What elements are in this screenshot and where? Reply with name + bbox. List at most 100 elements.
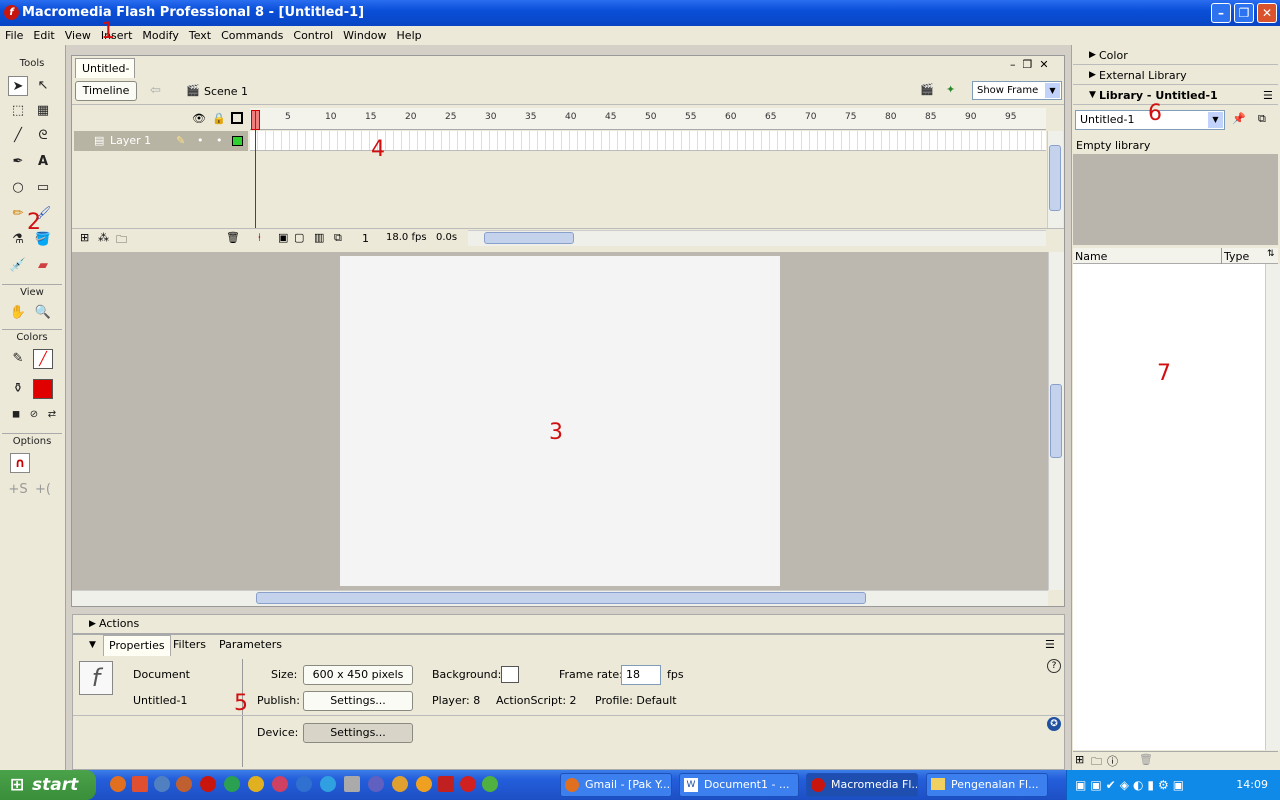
zoom-select[interactable]: Show Frame ▼ <box>972 81 1062 100</box>
accessibility-icon[interactable]: ✪ <box>1047 717 1061 731</box>
app-icon-4[interactable] <box>248 776 264 792</box>
external-library-header[interactable]: ▶ External Library <box>1073 66 1278 85</box>
oval-tool-icon[interactable]: ○ <box>8 178 28 198</box>
flash-icon[interactable] <box>200 776 216 792</box>
edit-symbol-icon[interactable]: ✦ <box>946 83 955 96</box>
stroke-color-swatch[interactable]: ╱ <box>33 349 53 369</box>
pencil-tool-icon[interactable]: ✏ <box>8 204 28 224</box>
frame-cells[interactable] <box>250 131 1046 151</box>
free-transform-icon[interactable]: ⬚ <box>8 101 28 121</box>
menu-view[interactable]: View <box>60 26 96 45</box>
app-icon-5[interactable] <box>272 776 288 792</box>
zoom-tool-icon[interactable]: 🔍 <box>33 303 53 323</box>
office-icon[interactable] <box>132 776 148 792</box>
restore-icon[interactable]: ❐ <box>1234 3 1254 23</box>
eraser-icon[interactable]: ▰ <box>33 256 53 276</box>
close-icon[interactable]: ✕ <box>1257 3 1277 23</box>
rectangle-tool-icon[interactable]: ▭ <box>33 178 53 198</box>
properties-icon[interactable]: ⓘ <box>1107 753 1118 769</box>
layer-outline-color[interactable] <box>232 136 243 146</box>
black-white-icon[interactable]: ◼ <box>6 405 26 425</box>
app-icon-7[interactable] <box>344 776 360 792</box>
back-arrow-icon[interactable]: ⇦ <box>150 83 161 98</box>
tab-filters[interactable]: Filters <box>173 635 206 655</box>
doc-restore-icon[interactable]: ❐ <box>1023 58 1033 71</box>
column-type[interactable]: Type <box>1224 250 1249 263</box>
publish-settings-button[interactable]: Settings... <box>303 691 413 711</box>
new-library-icon[interactable]: ⧉ <box>1258 112 1266 126</box>
app-icon-9[interactable] <box>392 776 408 792</box>
add-folder-icon[interactable]: 🗀 <box>116 231 127 250</box>
subselection-tool-icon[interactable]: ↖ <box>33 76 53 96</box>
menu-modify[interactable]: Modify <box>137 26 183 45</box>
edit-scene-icon[interactable]: 🎬 <box>920 83 934 96</box>
menu-help[interactable]: Help <box>392 26 427 45</box>
center-frame-icon[interactable]: ⍿ <box>258 231 261 245</box>
add-layer-icon[interactable]: ⊞ <box>80 231 89 244</box>
lock-icon[interactable]: 🔒 <box>212 112 226 125</box>
delete-icon[interactable]: 🗑 <box>1139 753 1153 766</box>
taskbar-document1[interactable]: W Document1 - ... <box>679 773 799 797</box>
eyedropper-icon[interactable]: 💉 <box>8 256 28 276</box>
fill-color-swatch[interactable] <box>33 379 53 399</box>
panel-menu-icon[interactable]: ☰ <box>1045 635 1055 655</box>
frame-rate-input[interactable]: 18 <box>621 665 661 685</box>
snap-magnet-icon[interactable]: ∩ <box>10 453 30 473</box>
app-icon-10[interactable] <box>416 776 432 792</box>
tab-properties[interactable]: Properties <box>103 635 171 656</box>
straighten-icon[interactable]: +( <box>33 480 53 500</box>
outline-icon[interactable] <box>231 112 243 124</box>
text-tool-icon[interactable]: A <box>33 152 53 172</box>
app-icon-8[interactable] <box>368 776 384 792</box>
doc-minimize-icon[interactable]: – <box>1010 58 1016 71</box>
background-color-swatch[interactable] <box>501 666 519 683</box>
pin-library-icon[interactable]: 📌 <box>1232 112 1246 125</box>
onion-outline-icon[interactable]: ▢ <box>294 231 304 244</box>
firefox-icon[interactable] <box>110 776 126 792</box>
app-icon-2[interactable] <box>176 776 192 792</box>
library-list[interactable] <box>1073 264 1265 750</box>
taskbar-macromedia[interactable]: Macromedia Fl... <box>806 773 918 797</box>
library-panel-header[interactable]: ▼ Library - Untitled-1 ☰ <box>1073 86 1278 105</box>
menu-file[interactable]: File <box>0 26 28 45</box>
layer-visible-dot[interactable]: • <box>197 131 204 151</box>
no-color-icon[interactable]: ⊘ <box>24 405 44 425</box>
frame-ruler[interactable]: 15101520253035404550556065707580859095 <box>250 108 1046 130</box>
app-icon-11[interactable] <box>482 776 498 792</box>
opera-icon[interactable] <box>460 776 476 792</box>
acrobat-icon[interactable] <box>438 776 454 792</box>
start-button[interactable]: ⊞ start <box>0 770 96 800</box>
onion-skin-icon[interactable]: ▣ <box>278 231 288 244</box>
selection-tool-icon[interactable]: ➤ <box>8 76 28 96</box>
menu-window[interactable]: Window <box>338 26 391 45</box>
column-name[interactable]: Name <box>1075 250 1107 263</box>
app-icon-3[interactable] <box>224 776 240 792</box>
layer-lock-dot[interactable]: • <box>216 131 223 151</box>
tray-icons[interactable]: ▣▣✔◈◐▮⚙▣ <box>1075 770 1188 800</box>
line-tool-icon[interactable]: ╱ <box>8 126 28 146</box>
menu-control[interactable]: Control <box>288 26 338 45</box>
stage-vscroll[interactable] <box>1048 252 1064 590</box>
delete-layer-icon[interactable]: 🗑 <box>226 231 240 244</box>
ink-bottle-icon[interactable]: ⚗ <box>8 230 28 250</box>
modify-markers-icon[interactable]: ⧉ <box>334 231 342 245</box>
tab-parameters[interactable]: Parameters <box>219 635 282 655</box>
menu-commands[interactable]: Commands <box>216 26 288 45</box>
menu-text[interactable]: Text <box>184 26 216 45</box>
help-icon[interactable]: ? <box>1047 659 1061 673</box>
stage-hscroll[interactable] <box>72 590 1048 606</box>
timeline-button[interactable]: Timeline <box>75 81 137 101</box>
taskbar-pengenalan[interactable]: Pengenalan Fl... <box>926 773 1048 797</box>
smooth-icon[interactable]: +S <box>8 480 28 500</box>
actions-panel-header[interactable]: ▶ Actions <box>72 614 1065 634</box>
sort-icon[interactable]: ⇅ <box>1267 249 1275 259</box>
lasso-tool-icon[interactable]: ᘓ <box>33 126 53 146</box>
document-tab[interactable]: Untitled-1 <box>75 58 135 94</box>
timeline-hscroll[interactable] <box>468 230 1046 246</box>
library-vscroll[interactable] <box>1265 264 1280 750</box>
timeline-vscroll[interactable] <box>1047 131 1063 228</box>
ie-icon[interactable] <box>320 776 336 792</box>
app-icon-6[interactable] <box>296 776 312 792</box>
size-button[interactable]: 600 x 450 pixels <box>303 665 413 685</box>
eye-icon[interactable]: 👁 <box>192 112 206 125</box>
